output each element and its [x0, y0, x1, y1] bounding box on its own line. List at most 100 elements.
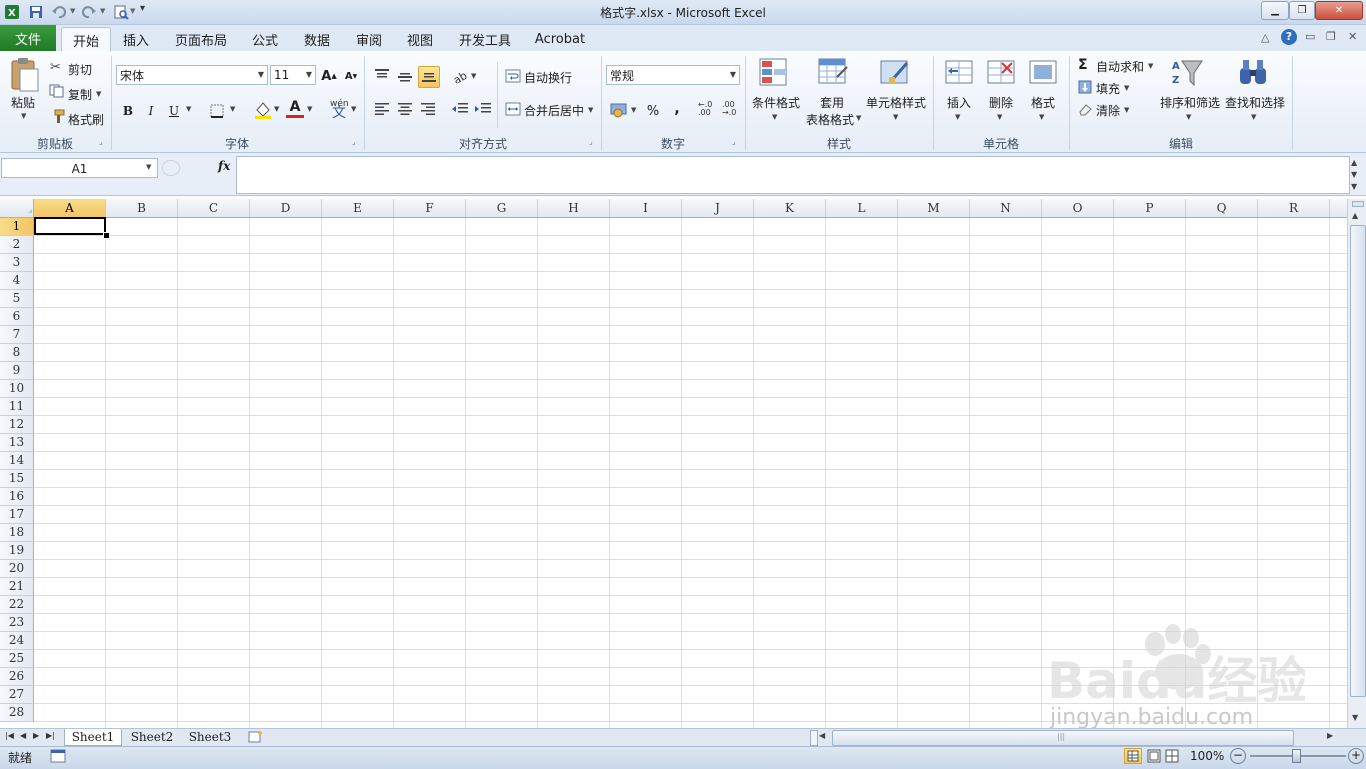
normal-view-icon[interactable]: [1124, 748, 1142, 764]
row-header-23[interactable]: 23: [0, 614, 34, 632]
font-size-combo[interactable]: 11 ▼: [270, 65, 316, 85]
formula-input[interactable]: [236, 156, 1350, 194]
column-header-k[interactable]: K: [754, 199, 826, 217]
paste-icon[interactable]: [8, 57, 40, 93]
font-launcher-icon[interactable]: ⌟: [352, 138, 360, 146]
column-header-d[interactable]: D: [250, 199, 322, 217]
row-header-19[interactable]: 19: [0, 542, 34, 560]
zoom-slider-thumb[interactable]: [1292, 749, 1301, 763]
autosum-dropdown-icon[interactable]: ▼: [1148, 62, 1153, 70]
orientation-dropdown-icon[interactable]: ▼: [471, 72, 476, 80]
fill-color-icon[interactable]: [253, 100, 273, 123]
zoom-level[interactable]: 100%: [1190, 749, 1224, 763]
column-header-l[interactable]: L: [826, 199, 898, 217]
row-header-1[interactable]: 1: [0, 218, 34, 236]
doc-close-icon[interactable]: ✕: [1348, 30, 1357, 43]
row-header-11[interactable]: 11: [0, 398, 34, 416]
prev-sheet-icon[interactable]: ◀: [20, 731, 26, 740]
row-header-20[interactable]: 20: [0, 560, 34, 578]
border-icon[interactable]: [209, 103, 225, 122]
tab-file[interactable]: 文件: [0, 25, 56, 51]
column-header-f[interactable]: F: [394, 199, 466, 217]
orientation-icon[interactable]: ab: [452, 66, 472, 86]
zoom-in-icon[interactable]: +: [1348, 748, 1364, 764]
italic-button[interactable]: I: [141, 101, 161, 121]
active-cell[interactable]: [34, 217, 106, 235]
column-header-h[interactable]: H: [538, 199, 610, 217]
cut-button[interactable]: 剪切: [68, 61, 92, 78]
restore-button[interactable]: ❐: [1289, 1, 1315, 20]
format-dropdown-icon[interactable]: ▼: [1039, 113, 1044, 121]
tab-review[interactable]: 审阅: [347, 27, 391, 51]
fill-color-dropdown-icon[interactable]: ▼: [274, 105, 279, 113]
row-header-2[interactable]: 2: [0, 236, 34, 254]
tab-page-layout[interactable]: 页面布局: [168, 27, 234, 51]
clear-dropdown-icon[interactable]: ▼: [1124, 106, 1129, 114]
tab-split-handle-icon[interactable]: [810, 730, 818, 746]
insert-sheet-icon[interactable]: [246, 730, 264, 747]
column-header-m[interactable]: M: [898, 199, 970, 217]
row-header-24[interactable]: 24: [0, 632, 34, 650]
row-header-14[interactable]: 14: [0, 452, 34, 470]
align-center-icon[interactable]: [395, 99, 415, 119]
fill-button[interactable]: 填充: [1096, 80, 1120, 97]
row-header-3[interactable]: 3: [0, 254, 34, 272]
row-header-12[interactable]: 12: [0, 416, 34, 434]
row-header-25[interactable]: 25: [0, 650, 34, 668]
copy-dropdown-icon[interactable]: ▼: [96, 90, 101, 98]
row-header-10[interactable]: 10: [0, 380, 34, 398]
doc-restore-icon[interactable]: ❐: [1326, 30, 1336, 43]
sheet-tab-sheet3[interactable]: Sheet3: [182, 729, 238, 745]
clear-button[interactable]: 清除: [1096, 102, 1120, 119]
underline-button[interactable]: U: [164, 101, 184, 121]
copy-button[interactable]: 复制: [68, 86, 92, 103]
autosum-button[interactable]: 自动求和: [1096, 58, 1144, 75]
align-bottom-icon[interactable]: [418, 66, 440, 88]
cell-styles-dropdown-icon[interactable]: ▼: [893, 113, 898, 121]
conditional-formatting-button[interactable]: 条件格式: [752, 94, 800, 111]
format-cells-button[interactable]: 格式: [1031, 94, 1055, 111]
row-header-5[interactable]: 5: [0, 290, 34, 308]
paste-button[interactable]: 粘贴: [11, 94, 35, 111]
grow-font-button[interactable]: A ▲: [319, 66, 339, 86]
delete-dropdown-icon[interactable]: ▼: [997, 113, 1002, 121]
sheet-tab-sheet2[interactable]: Sheet2: [124, 729, 180, 745]
align-top-icon[interactable]: [372, 65, 392, 85]
column-header-q[interactable]: Q: [1186, 199, 1258, 217]
fill-dropdown-icon[interactable]: ▼: [1124, 84, 1129, 92]
format-as-table-dropdown-icon[interactable]: ▼: [856, 114, 861, 122]
tab-developer[interactable]: 开发工具: [452, 27, 518, 51]
cell-styles-button[interactable]: 单元格样式: [866, 94, 926, 111]
font-color-dropdown-icon[interactable]: ▼: [307, 105, 312, 113]
percent-style-button[interactable]: %: [643, 101, 663, 121]
vertical-scrollbar[interactable]: ▲ ▼: [1347, 199, 1366, 728]
column-header-e[interactable]: E: [322, 199, 394, 217]
column-header-r[interactable]: R: [1258, 199, 1330, 217]
format-painter-button[interactable]: 格式刷: [68, 111, 104, 128]
column-header-o[interactable]: O: [1042, 199, 1114, 217]
column-header-b[interactable]: B: [106, 199, 178, 217]
row-header-7[interactable]: 7: [0, 326, 34, 344]
column-header-i[interactable]: I: [610, 199, 682, 217]
tab-data[interactable]: 数据: [295, 27, 339, 51]
insert-dropdown-icon[interactable]: ▼: [955, 113, 960, 121]
format-as-table-label-1[interactable]: 套用: [820, 94, 844, 111]
minimize-ribbon-icon[interactable]: △: [1261, 31, 1269, 44]
tab-acrobat[interactable]: Acrobat: [528, 27, 592, 51]
sheet-tab-sheet1[interactable]: Sheet1: [64, 729, 122, 746]
tab-formulas[interactable]: 公式: [243, 27, 287, 51]
column-header-a[interactable]: A: [34, 199, 106, 219]
decrease-indent-icon[interactable]: [450, 99, 470, 119]
border-dropdown-icon[interactable]: ▼: [230, 105, 235, 113]
row-header-13[interactable]: 13: [0, 434, 34, 452]
wrap-text-button[interactable]: 自动换行: [524, 69, 572, 86]
row-header-26[interactable]: 26: [0, 668, 34, 686]
name-box-dropdown-icon[interactable]: ▼: [146, 163, 151, 171]
clipboard-launcher-icon[interactable]: ⌟: [99, 138, 107, 146]
accounting-dropdown-icon[interactable]: ▼: [631, 106, 636, 114]
find-select-button[interactable]: 查找和选择: [1225, 94, 1285, 111]
font-name-combo[interactable]: 宋体 ▼: [116, 65, 268, 85]
sort-dropdown-icon[interactable]: ▼: [1186, 113, 1191, 121]
macro-record-icon[interactable]: [50, 749, 66, 766]
row-header-22[interactable]: 22: [0, 596, 34, 614]
